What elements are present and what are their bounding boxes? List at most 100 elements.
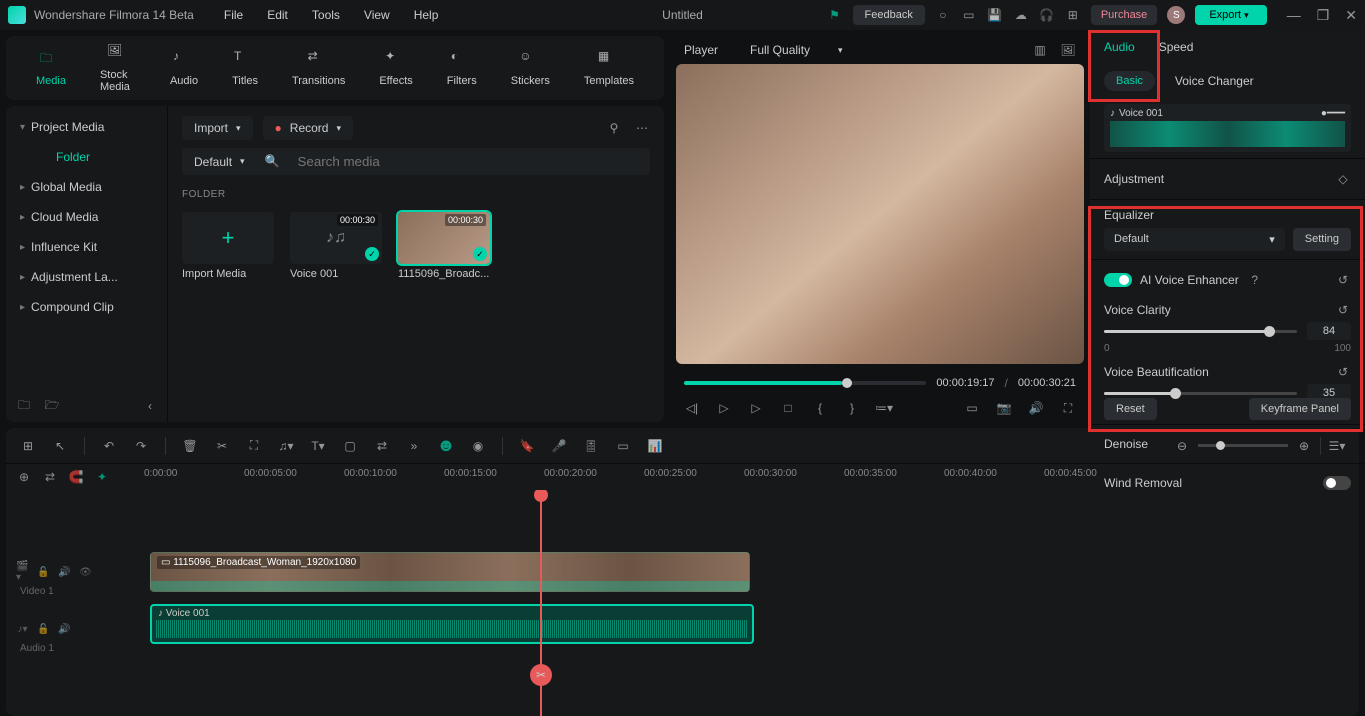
quality-dropdown[interactable]: Full Quality▾ xyxy=(738,38,855,62)
keyframe-icon[interactable]: ◇ xyxy=(1335,171,1351,187)
undo-icon[interactable]: ↶ xyxy=(101,438,117,454)
mute-icon[interactable]: 🔊 xyxy=(58,566,71,579)
insp-sub-voicechanger[interactable]: Voice Changer xyxy=(1175,74,1254,88)
redo-icon[interactable]: ↷ xyxy=(133,438,149,454)
mic-icon[interactable]: 🎤 xyxy=(551,438,567,454)
headphone-icon[interactable]: 🎧 xyxy=(1039,7,1055,23)
tab-audio[interactable]: ♪Audio xyxy=(170,49,198,87)
tab-filters[interactable]: ◐Filters xyxy=(447,49,477,87)
filter-icon[interactable]: ⚲ xyxy=(606,120,622,136)
play-icon[interactable]: ▷ xyxy=(748,400,764,416)
minimize-icon[interactable]: — xyxy=(1287,7,1301,24)
text-icon[interactable]: T▾ xyxy=(310,438,326,454)
thumb-broadcast[interactable]: 00:00:30✓ 1115096_Broadc... xyxy=(398,212,490,280)
equalizer-setting-button[interactable]: Setting xyxy=(1293,228,1351,251)
folder-plus-icon[interactable]: 🗁 xyxy=(44,398,60,414)
marker-icon[interactable]: 🔖 xyxy=(519,438,535,454)
record-dropdown[interactable]: ●Record▾ xyxy=(263,116,353,140)
eye-icon[interactable]: 👁 xyxy=(79,566,92,579)
menu-help[interactable]: Help xyxy=(414,8,439,22)
view-icon[interactable]: ☰▾ xyxy=(1329,438,1345,454)
color-icon[interactable]: ◉ xyxy=(470,438,486,454)
circle-icon[interactable]: ○ xyxy=(935,7,951,23)
adjustment-label[interactable]: Adjustment xyxy=(1104,172,1164,186)
snapshot-view-icon[interactable]: 🖼 xyxy=(1060,42,1076,58)
tl-auto-icon[interactable]: ✦ xyxy=(94,469,110,485)
compare-icon[interactable]: ▥ xyxy=(1032,42,1048,58)
stop-icon[interactable]: □ xyxy=(780,400,796,416)
mark-in-icon[interactable]: { xyxy=(812,400,828,416)
tl-grid-icon[interactable]: ⊞ xyxy=(20,438,36,454)
reset-beauty-icon[interactable]: ↺ xyxy=(1335,364,1351,380)
speed-icon[interactable]: ♫▾ xyxy=(278,438,294,454)
cloud-icon[interactable]: ☁ xyxy=(1013,7,1029,23)
tab-stickers[interactable]: ☺Stickers xyxy=(511,49,550,87)
thumb-import[interactable]: + Import Media xyxy=(182,212,274,280)
zoom-out-icon[interactable]: ⊖ xyxy=(1174,438,1190,454)
beauty-slider[interactable] xyxy=(1104,392,1297,395)
cut-icon[interactable]: ✂ xyxy=(214,438,230,454)
tl-link-icon[interactable]: ⇄ xyxy=(42,469,58,485)
lock-icon[interactable]: 🔓 xyxy=(37,566,50,579)
meters-icon[interactable]: 📊 xyxy=(647,438,663,454)
purchase-button[interactable]: Purchase xyxy=(1091,5,1157,25)
seek-bar[interactable] xyxy=(684,381,926,385)
reset-clarity-icon[interactable]: ↺ xyxy=(1335,302,1351,318)
menu-file[interactable]: File xyxy=(224,8,243,22)
search-input[interactable] xyxy=(288,148,650,175)
sidebar-cloud-media[interactable]: ▸Cloud Media xyxy=(6,202,167,232)
clarity-slider[interactable] xyxy=(1104,330,1297,333)
zoom-slider[interactable] xyxy=(1198,444,1288,447)
sort-dropdown[interactable]: Default▾ xyxy=(182,148,257,175)
snapshot-icon[interactable]: 📷 xyxy=(996,400,1012,416)
collapse-icon[interactable]: ‹ xyxy=(142,398,158,414)
more-icon[interactable]: ⋯ xyxy=(634,120,650,136)
menu-view[interactable]: View xyxy=(364,8,390,22)
insp-tab-audio[interactable]: Audio xyxy=(1104,40,1135,54)
save-icon[interactable]: 💾 xyxy=(987,7,1003,23)
sidebar-global-media[interactable]: ▸Global Media xyxy=(6,172,167,202)
play-back-icon[interactable]: ▷ xyxy=(716,400,732,416)
reset-button[interactable]: Reset xyxy=(1104,398,1157,420)
playhead[interactable]: ✂ xyxy=(540,490,542,716)
new-folder-icon[interactable]: 🗀 xyxy=(16,398,32,414)
sidebar-folder[interactable]: Folder xyxy=(6,142,167,172)
marker-list-icon[interactable]: ≔▾ xyxy=(876,400,892,416)
help-icon[interactable]: ? xyxy=(1247,272,1263,288)
expand-icon[interactable]: » xyxy=(406,438,422,454)
reset-icon[interactable]: ↺ xyxy=(1335,272,1351,288)
monitor-icon[interactable]: ▭ xyxy=(961,7,977,23)
gift-icon[interactable]: ⚑ xyxy=(827,7,843,23)
sidebar-compound-clip[interactable]: ▸Compound Clip xyxy=(6,292,167,322)
scissors-icon[interactable]: ✂ xyxy=(530,664,552,686)
timeline-ruler[interactable]: 0:00:00 00:00:05:00 00:00:10:00 00:00:15… xyxy=(144,464,1359,490)
apps-icon[interactable]: ⊞ xyxy=(1065,7,1081,23)
import-dropdown[interactable]: Import▾ xyxy=(182,116,253,140)
fullscreen-icon[interactable]: ⛶ xyxy=(1060,400,1076,416)
volume-icon[interactable]: 🔊 xyxy=(1028,400,1044,416)
clarity-value[interactable]: 84 xyxy=(1307,322,1351,340)
feedback-button[interactable]: Feedback xyxy=(853,5,925,25)
lock-icon-a[interactable]: 🔓 xyxy=(37,623,50,636)
tab-effects[interactable]: ✦Effects xyxy=(379,49,412,87)
crop2-icon[interactable]: ▢ xyxy=(342,438,358,454)
prev-frame-icon[interactable]: ◁| xyxy=(684,400,700,416)
crop-icon[interactable]: ⛶ xyxy=(246,438,262,454)
tab-transitions[interactable]: ⇄Transitions xyxy=(292,49,345,87)
close-icon[interactable]: ✕ xyxy=(1345,7,1357,24)
tl-magnet-icon[interactable]: 🧲 xyxy=(68,469,84,485)
tab-media[interactable]: 🗀Media xyxy=(36,49,66,87)
keyframe-panel-button[interactable]: Keyframe Panel xyxy=(1249,398,1351,420)
mixer-icon[interactable]: 🎚 xyxy=(583,438,599,454)
menu-edit[interactable]: Edit xyxy=(267,8,288,22)
tl-arrow-icon[interactable]: ↖ xyxy=(52,438,68,454)
link-icon[interactable]: ⇄ xyxy=(374,438,390,454)
thumb-voice001[interactable]: 00:00:30♪♫✓ Voice 001 xyxy=(290,212,382,280)
clip-waveform[interactable]: ♪Voice 001●━━━ xyxy=(1104,104,1351,152)
maximize-icon[interactable]: ❐ xyxy=(1317,7,1330,24)
tl-add-track-icon[interactable]: ⊕ xyxy=(16,469,32,485)
mute-icon-a[interactable]: 🔊 xyxy=(58,623,71,636)
delete-icon[interactable]: 🗑 xyxy=(182,438,198,454)
display-icon[interactable]: ▭ xyxy=(964,400,980,416)
tab-templates[interactable]: ▦Templates xyxy=(584,49,634,87)
